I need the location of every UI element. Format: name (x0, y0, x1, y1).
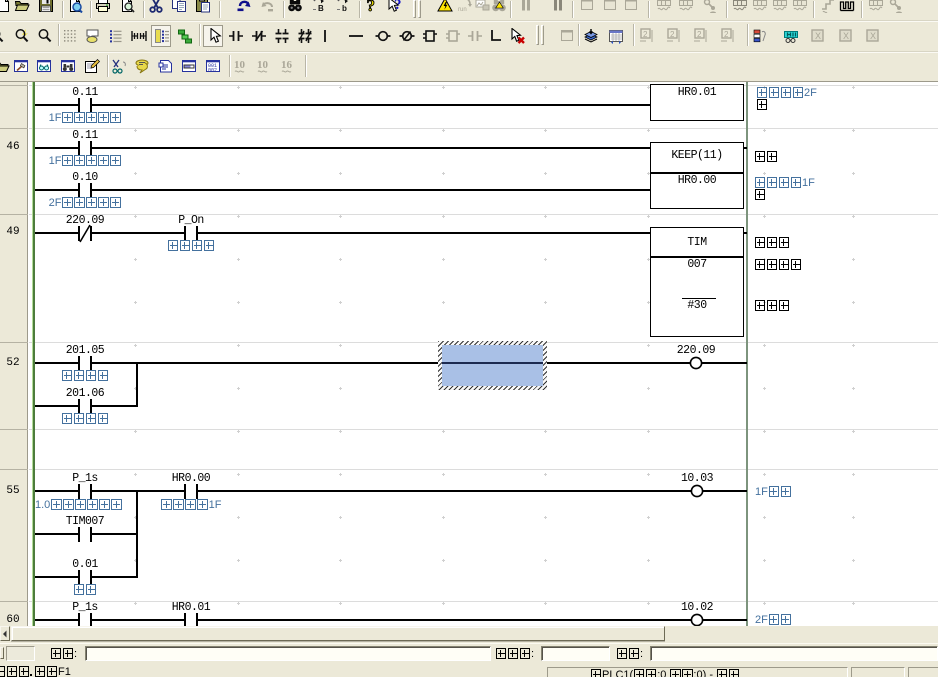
svg-text:2: 2 (670, 30, 675, 39)
svg-text:10: 10 (234, 59, 246, 71)
svg-text:X: X (815, 31, 821, 41)
svg-text:b: b (342, 4, 347, 13)
svg-text:16: 16 (281, 59, 293, 71)
svg-text:2: 2 (724, 30, 729, 39)
svg-text:X: X (870, 31, 876, 41)
svg-text:B: B (318, 4, 324, 13)
svg-text:2: 2 (697, 30, 702, 39)
svg-text:002: 002 (208, 68, 217, 74)
svg-text:10: 10 (257, 59, 269, 71)
svg-text:X: X (843, 31, 849, 41)
svg-text:run: run (458, 7, 467, 13)
svg-text:2: 2 (643, 30, 648, 39)
svg-text:?: ? (367, 0, 376, 13)
